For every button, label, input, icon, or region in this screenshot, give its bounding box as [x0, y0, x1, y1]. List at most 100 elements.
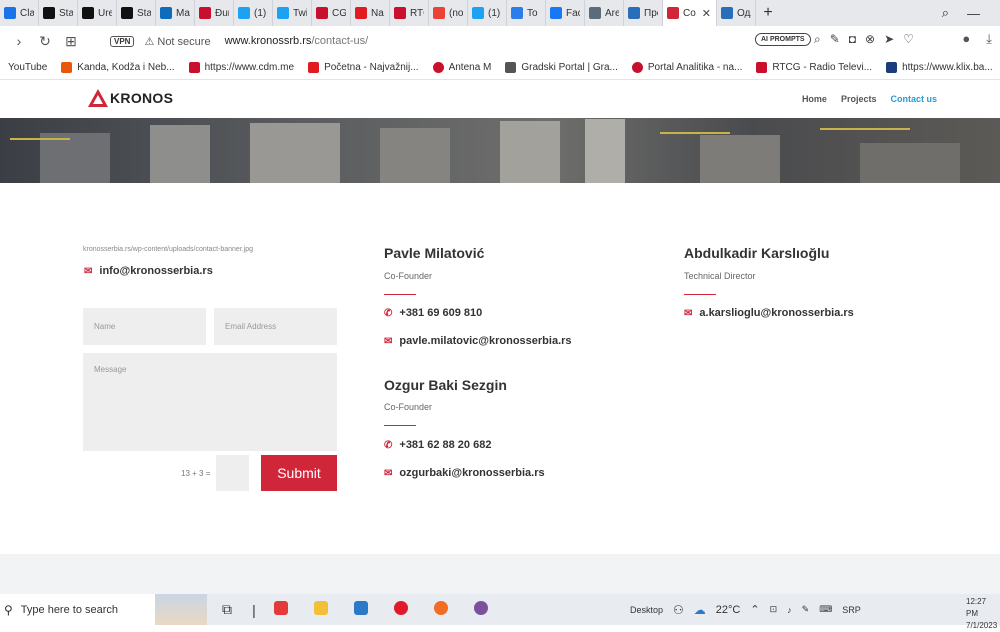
- browser-tab[interactable]: Twit: [273, 0, 312, 26]
- email-input[interactable]: Email Address: [214, 308, 337, 345]
- viber-icon[interactable]: [461, 601, 501, 618]
- pen-icon[interactable]: ✎: [802, 604, 810, 615]
- url-host[interactable]: www.kronossrb.rs: [225, 35, 312, 47]
- contact-phone[interactable]: ✆ +381 62 88 20 682: [384, 439, 491, 451]
- browser-tab[interactable]: Na s: [351, 0, 390, 26]
- camera-icon[interactable]: ◘: [849, 32, 856, 47]
- browser-tab[interactable]: Mail: [156, 0, 195, 26]
- reload-icon[interactable]: ↻: [32, 33, 58, 50]
- file-explorer-icon[interactable]: [301, 601, 341, 618]
- language-indicator[interactable]: SRP: [842, 605, 861, 615]
- nav-home[interactable]: Home: [802, 94, 827, 104]
- tab-favicon: [4, 7, 16, 19]
- browser-tab[interactable]: Đuri: [195, 0, 234, 26]
- bookmark-favicon: [505, 62, 517, 73]
- heart-icon[interactable]: ♡: [903, 32, 914, 47]
- desktop-toolbar[interactable]: Desktop: [630, 605, 663, 615]
- bookmark-item[interactable]: Antena M: [432, 62, 491, 73]
- building-shape: [585, 119, 625, 183]
- profile-avatar-icon[interactable]: ●: [962, 31, 970, 47]
- browser-tab[interactable]: (no s: [429, 0, 468, 26]
- main-nav: Home Projects Contact us: [802, 94, 937, 104]
- bookmark-item[interactable]: RTCG - Radio Televi...: [756, 62, 872, 73]
- nav-contact-us[interactable]: Contact us: [890, 94, 937, 104]
- browser-tab[interactable]: RTC: [390, 0, 429, 26]
- tab-favicon: [121, 7, 133, 19]
- browser-tab[interactable]: Sta: [117, 0, 156, 26]
- submit-button[interactable]: Submit: [261, 455, 337, 491]
- minimize-icon[interactable]: —: [967, 6, 980, 21]
- tabs-grid-icon[interactable]: ⊞: [58, 33, 84, 50]
- browser-tab[interactable]: (1) D: [234, 0, 273, 26]
- close-tab-icon[interactable]: ✕: [702, 7, 711, 20]
- browser-tab[interactable]: Član: [0, 0, 39, 26]
- browser-tab[interactable]: Aren: [585, 0, 624, 26]
- browser-tab[interactable]: (1) D: [468, 0, 507, 26]
- bookmark-item[interactable]: Početna - Najvažnij...: [308, 62, 419, 73]
- bookmark-favicon: [756, 62, 768, 73]
- people-icon[interactable]: ⚇: [673, 603, 684, 617]
- tab-favicon: [721, 7, 733, 19]
- browser-tab[interactable]: Ured: [78, 0, 117, 26]
- bookmark-item[interactable]: Gradski Portal | Gra...: [505, 62, 618, 73]
- temperature[interactable]: 22°C: [716, 604, 741, 616]
- main-email[interactable]: ✉ info@kronosserbia.rs: [84, 265, 213, 277]
- taskbar-search[interactable]: ⚲ Type here to search: [0, 594, 155, 625]
- browser-tab[interactable]: Одл: [717, 0, 756, 26]
- search-highlight-image[interactable]: [155, 594, 207, 625]
- edit-icon[interactable]: ✎: [830, 32, 840, 47]
- browser-tab[interactable]: Face: [546, 0, 585, 26]
- contact-email[interactable]: ✉ a.karslioglu@kronosserbia.rs: [684, 307, 854, 319]
- contact-email[interactable]: ✉ pavle.milatovic@kronosserbia.rs: [384, 335, 572, 347]
- message-textarea[interactable]: Message: [83, 353, 337, 451]
- bookmark-item[interactable]: https://www.cdm.me: [188, 62, 294, 73]
- browser-tab-active[interactable]: Co ✕: [663, 0, 717, 26]
- bookmark-item[interactable]: https://www.klix.ba...: [886, 62, 993, 73]
- mail-app-icon[interactable]: [341, 601, 381, 618]
- bookmark-item[interactable]: Portal Analitika - na...: [631, 62, 742, 73]
- tab-search-icon[interactable]: ⌕: [942, 5, 949, 21]
- forward-icon[interactable]: ›: [6, 33, 32, 49]
- gift-app-icon[interactable]: [261, 601, 301, 618]
- browser-tab[interactable]: Stan: [39, 0, 78, 26]
- bookmark-item[interactable]: YouTube: [8, 62, 47, 73]
- captcha-input[interactable]: [216, 455, 249, 491]
- task-view-icon[interactable]: ⧉: [207, 601, 247, 618]
- contact-email[interactable]: ✉ ozgurbaki@kronosserbia.rs: [384, 467, 545, 479]
- network-icon[interactable]: ⊡: [770, 604, 778, 615]
- browser-tab[interactable]: CG c: [312, 0, 351, 26]
- window-controls: ⌕ —: [942, 0, 1000, 26]
- browser-tab-strip: Član Stan Ured Sta Mail Đuri (1) D Twit …: [0, 0, 1000, 26]
- bookmark-label: Gradski Portal | Gra...: [521, 62, 618, 73]
- contact-phone[interactable]: ✆ +381 69 609 810: [384, 307, 482, 319]
- browser-tab[interactable]: To B: [507, 0, 546, 26]
- mail-icon: ✉: [84, 265, 93, 277]
- opera-browser-icon[interactable]: [381, 601, 421, 618]
- firefox-icon[interactable]: [421, 601, 461, 618]
- nav-projects[interactable]: Projects: [841, 94, 877, 104]
- download-icon[interactable]: ⤓: [986, 31, 992, 47]
- bookmark-item[interactable]: Kanda, Kodža i Neb...: [61, 62, 175, 73]
- contact-divider: [384, 425, 416, 426]
- browser-tab[interactable]: Пре: [624, 0, 663, 26]
- vpn-badge[interactable]: VPN: [110, 35, 135, 47]
- clock-date: 7/1/2023: [966, 621, 998, 630]
- tab-favicon: [355, 7, 367, 19]
- contact-email-text: pavle.milatovic@kronosserbia.rs: [399, 335, 572, 347]
- ai-prompts-button[interactable]: AI PROMPTS: [755, 33, 811, 46]
- security-indicator[interactable]: ⚠ Not secure: [144, 35, 210, 48]
- phone-icon: ✆: [384, 307, 393, 319]
- block-icon[interactable]: ⊗: [865, 32, 875, 47]
- contact-email-text: a.karslioglu@kronosserbia.rs: [699, 307, 854, 319]
- kronos-logo[interactable]: KRONOS: [88, 89, 173, 107]
- search-icon[interactable]: ⌕: [814, 32, 821, 47]
- send-icon[interactable]: ➤: [884, 32, 894, 47]
- name-input[interactable]: Name: [83, 308, 206, 345]
- chevron-up-icon[interactable]: ⌃: [750, 603, 759, 616]
- volume-icon[interactable]: ♪: [787, 605, 792, 615]
- weather-icon[interactable]: ☁: [694, 603, 706, 617]
- new-tab-button[interactable]: +: [756, 4, 780, 22]
- url-path[interactable]: /contact-us/: [311, 35, 368, 47]
- clock[interactable]: 12:27 PM 7/1/2023: [966, 596, 1000, 632]
- keyboard-icon[interactable]: ⌨: [819, 604, 832, 615]
